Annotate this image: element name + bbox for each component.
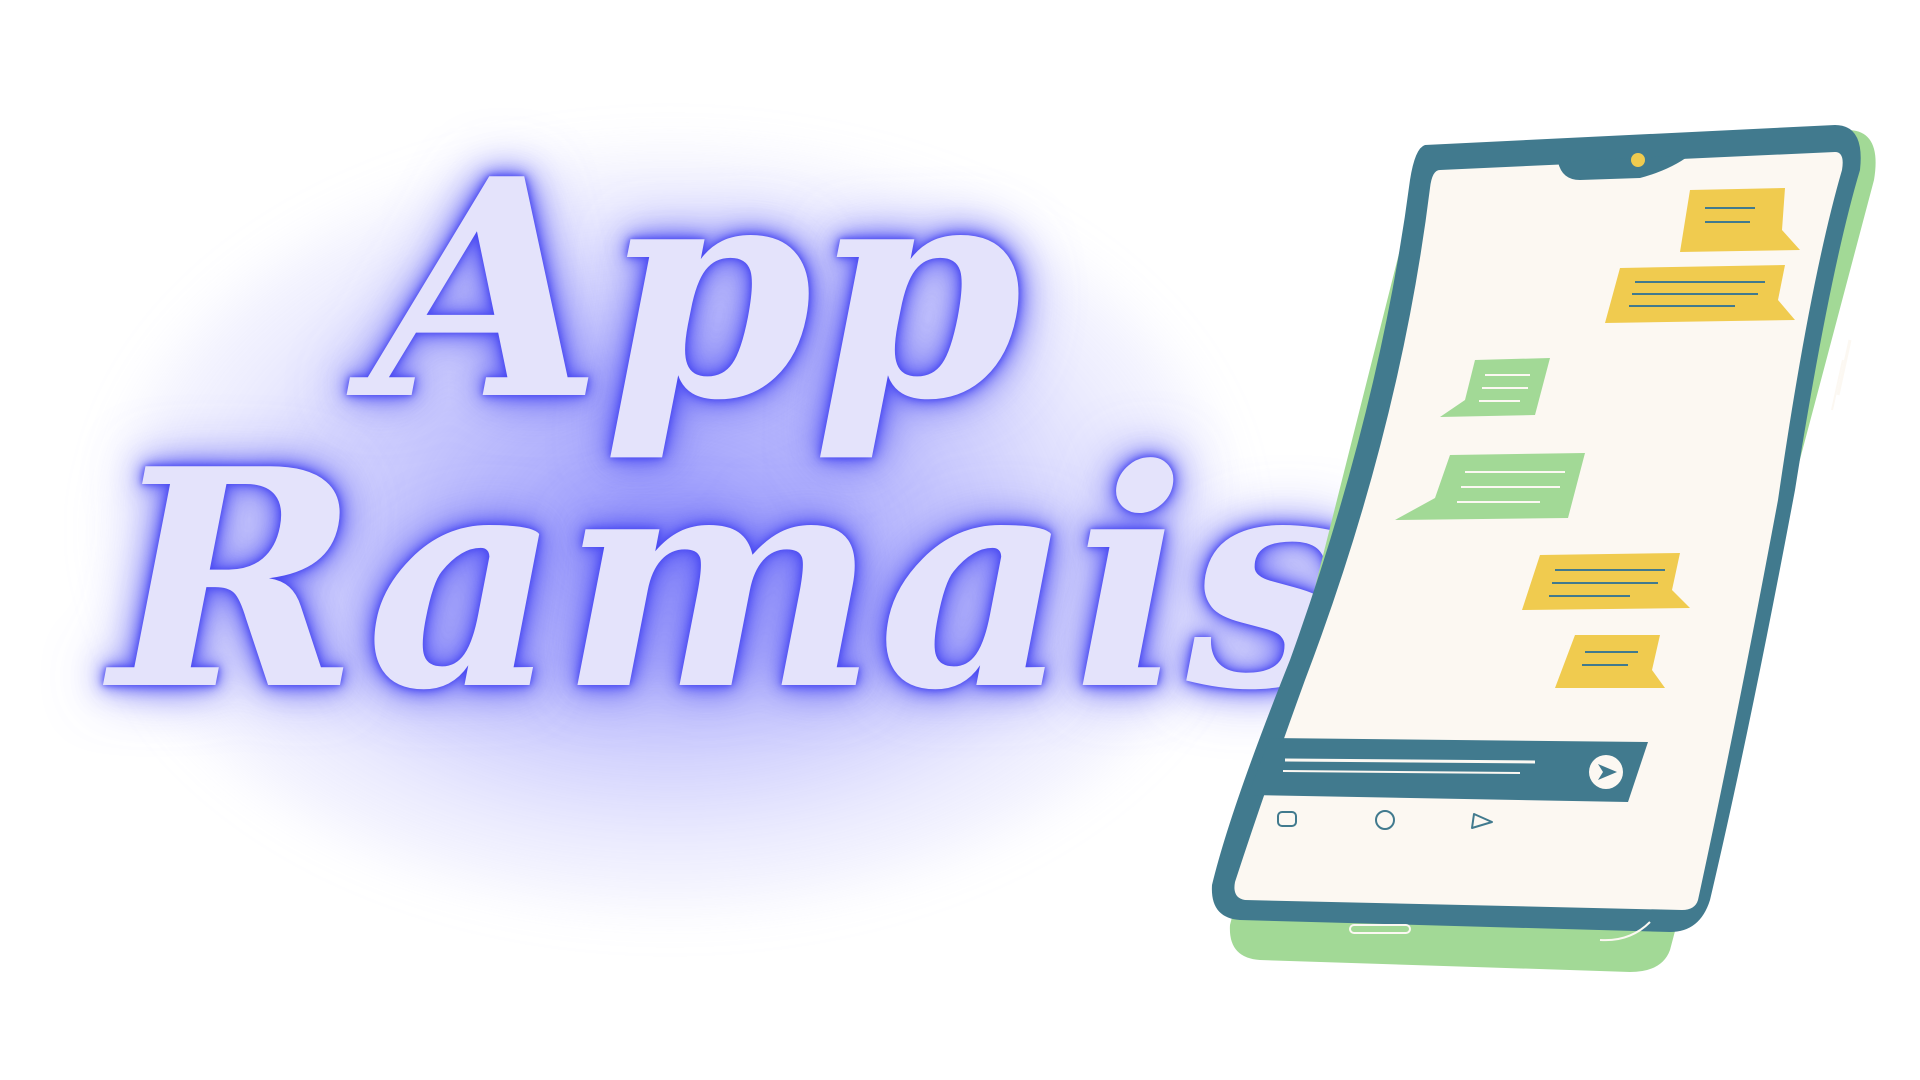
title-word-app: App <box>370 113 1023 466</box>
chat-bubble-yellow-2 <box>1605 265 1795 323</box>
chat-bubble-yellow-1 <box>1680 188 1800 252</box>
camera-dot <box>1631 153 1645 167</box>
hero-banner: App Ramais <box>0 0 1920 1080</box>
chat-bubble-yellow-3 <box>1522 553 1690 610</box>
message-input-bar <box>1248 738 1648 802</box>
app-title: App Ramais <box>110 113 1355 800</box>
phone-illustration <box>1211 125 1876 972</box>
title-word-ramais: Ramais <box>110 403 1356 756</box>
send-icon <box>1589 755 1623 789</box>
side-highlight <box>1836 339 1852 396</box>
